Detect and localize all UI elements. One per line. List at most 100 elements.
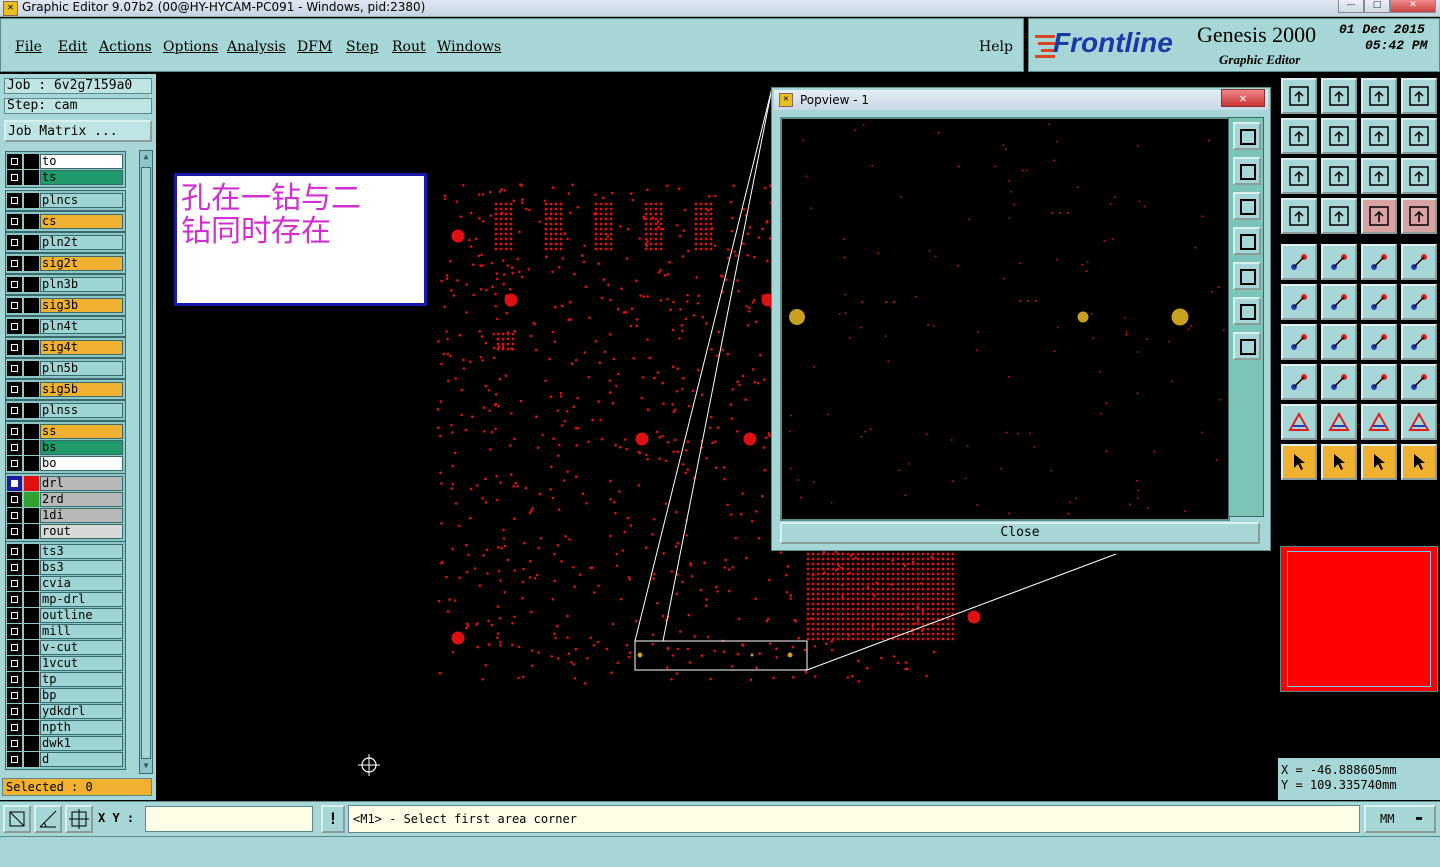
layer-color-swatch[interactable]	[24, 576, 39, 591]
layer-name[interactable]: mill	[40, 624, 123, 639]
select-pointer-2-button[interactable]	[1321, 444, 1357, 480]
break-button[interactable]	[1401, 284, 1437, 320]
layer-name[interactable]: sig3b	[40, 298, 123, 313]
popview-zoom-in-button[interactable]	[1233, 297, 1261, 325]
layer-color-swatch[interactable]	[24, 235, 39, 250]
layer-name[interactable]: v-cut	[40, 640, 123, 655]
layer-checkbox[interactable]	[7, 688, 22, 703]
layer-color-swatch[interactable]	[24, 592, 39, 607]
add-symbol-button[interactable]	[1401, 404, 1437, 440]
snap-button[interactable]	[1321, 198, 1357, 234]
layer-color-swatch[interactable]	[24, 214, 39, 229]
layer-row-cvia[interactable]: cvia	[7, 576, 123, 591]
layer-checkbox[interactable]	[7, 640, 22, 655]
layer-checkbox[interactable]	[7, 340, 22, 355]
layer-color-swatch[interactable]	[24, 640, 39, 655]
layer-color-swatch[interactable]	[24, 704, 39, 719]
dimension-button[interactable]	[1361, 364, 1397, 400]
layer-color-swatch[interactable]	[24, 340, 39, 355]
layer-color-swatch[interactable]	[24, 508, 39, 523]
transform-button[interactable]	[1401, 364, 1437, 400]
layer-name[interactable]: cvia	[40, 576, 123, 591]
layer-row-plncs[interactable]: plncs	[7, 193, 123, 208]
layer-name[interactable]: cs	[40, 214, 123, 229]
layer-color-swatch[interactable]	[24, 193, 39, 208]
add-triangle-button[interactable]	[1281, 404, 1317, 440]
layer-display-button[interactable]	[1361, 198, 1397, 234]
close-window-button[interactable]: ✕	[1390, 0, 1436, 13]
layer-color-swatch[interactable]	[24, 544, 39, 559]
layer-row-pln4t[interactable]: pln4t	[7, 319, 123, 334]
layer-checkbox[interactable]	[7, 456, 22, 471]
layer-checkbox[interactable]	[7, 154, 22, 169]
popview-fit-button[interactable]	[1233, 122, 1261, 150]
layer-name[interactable]: bp	[40, 688, 123, 703]
layer-color-swatch[interactable]	[24, 688, 39, 703]
zoom-window-button[interactable]	[1401, 118, 1437, 154]
layer-color-swatch[interactable]	[24, 524, 39, 539]
snap-grid-button[interactable]	[65, 805, 93, 833]
layer-color-swatch[interactable]	[24, 382, 39, 397]
layer-color-swatch[interactable]	[24, 256, 39, 271]
popview-left-button[interactable]	[1233, 227, 1261, 255]
layer-row-1vcut[interactable]: 1vcut	[7, 656, 123, 671]
layer-row-mill[interactable]: mill	[7, 624, 123, 639]
layer-checkbox[interactable]	[7, 720, 22, 735]
layer-name[interactable]: plncs	[40, 193, 123, 208]
layer-name[interactable]: pln3b	[40, 277, 123, 292]
scroll-thumb[interactable]	[141, 167, 151, 759]
layer-name[interactable]: mp-drl	[40, 592, 123, 607]
menu-options[interactable]: Options	[163, 39, 218, 55]
layer-row-sig5b[interactable]: sig5b	[7, 382, 123, 397]
layer-color-swatch[interactable]	[24, 298, 39, 313]
layer-checkbox[interactable]	[7, 608, 22, 623]
popview-canvas[interactable]	[780, 117, 1230, 521]
layer-checkbox[interactable]	[7, 256, 22, 271]
fit-all-button[interactable]	[1321, 158, 1357, 194]
layer-checkbox[interactable]	[7, 440, 22, 455]
layer-name[interactable]: 2rd	[40, 492, 123, 507]
layer-checkbox[interactable]	[7, 736, 22, 751]
add-polygon-button[interactable]	[1321, 404, 1357, 440]
layer-list-scrollbar[interactable]: ▲ ▼	[139, 150, 153, 774]
overview-viewport-frame[interactable]	[1287, 551, 1431, 687]
measure-button[interactable]	[34, 805, 62, 833]
layer-row-sig4t[interactable]: sig4t	[7, 340, 123, 355]
layer-row-bo[interactable]: bo	[7, 456, 123, 471]
layer-name[interactable]: dwk1	[40, 736, 123, 751]
layer-row-to[interactable]: to	[7, 154, 123, 169]
layer-checkbox[interactable]	[7, 656, 22, 671]
tools-menu-button[interactable]	[1281, 198, 1317, 234]
layer-checkbox[interactable]	[7, 508, 22, 523]
layer-color-swatch[interactable]	[24, 154, 39, 169]
layer-row-v-cut[interactable]: v-cut	[7, 640, 123, 655]
scale-1-2-button[interactable]	[1361, 158, 1397, 194]
query-button[interactable]	[1401, 158, 1437, 194]
menu-help[interactable]: Help	[979, 39, 1013, 55]
layer-name[interactable]: sig5b	[40, 382, 123, 397]
home-button[interactable]	[1361, 78, 1397, 114]
layer-name[interactable]: d	[40, 752, 123, 767]
layer-checkbox[interactable]	[7, 524, 22, 539]
layer-checkbox[interactable]	[7, 193, 22, 208]
select-pointer-button[interactable]	[1281, 444, 1317, 480]
layer-checkbox[interactable]	[7, 560, 22, 575]
popview-close-icon[interactable]: ✕	[1221, 89, 1265, 107]
menu-edit[interactable]: Edit	[58, 39, 87, 55]
layer-row-tp[interactable]: tp	[7, 672, 123, 687]
layer-checkbox[interactable]	[7, 544, 22, 559]
popview-zoom-out-button[interactable]	[1233, 332, 1261, 360]
zoom-out-button[interactable]	[1321, 118, 1357, 154]
layer-name[interactable]: pln4t	[40, 319, 123, 334]
layer-row-bs3[interactable]: bs3	[7, 560, 123, 575]
popview-close-button[interactable]: Close	[780, 522, 1260, 544]
layer-color-swatch[interactable]	[24, 560, 39, 575]
layer-row-outline[interactable]: outline	[7, 608, 123, 623]
layer-row-dwk1[interactable]: dwk1	[7, 736, 123, 751]
layer-row-rout[interactable]: rout	[7, 524, 123, 539]
save-button[interactable]	[1321, 78, 1357, 114]
layer-color-swatch[interactable]	[24, 624, 39, 639]
layer-checkbox[interactable]	[7, 214, 22, 229]
layer-row-ts3[interactable]: ts3	[7, 544, 123, 559]
layer-row-pln5b[interactable]: pln5b	[7, 361, 123, 376]
